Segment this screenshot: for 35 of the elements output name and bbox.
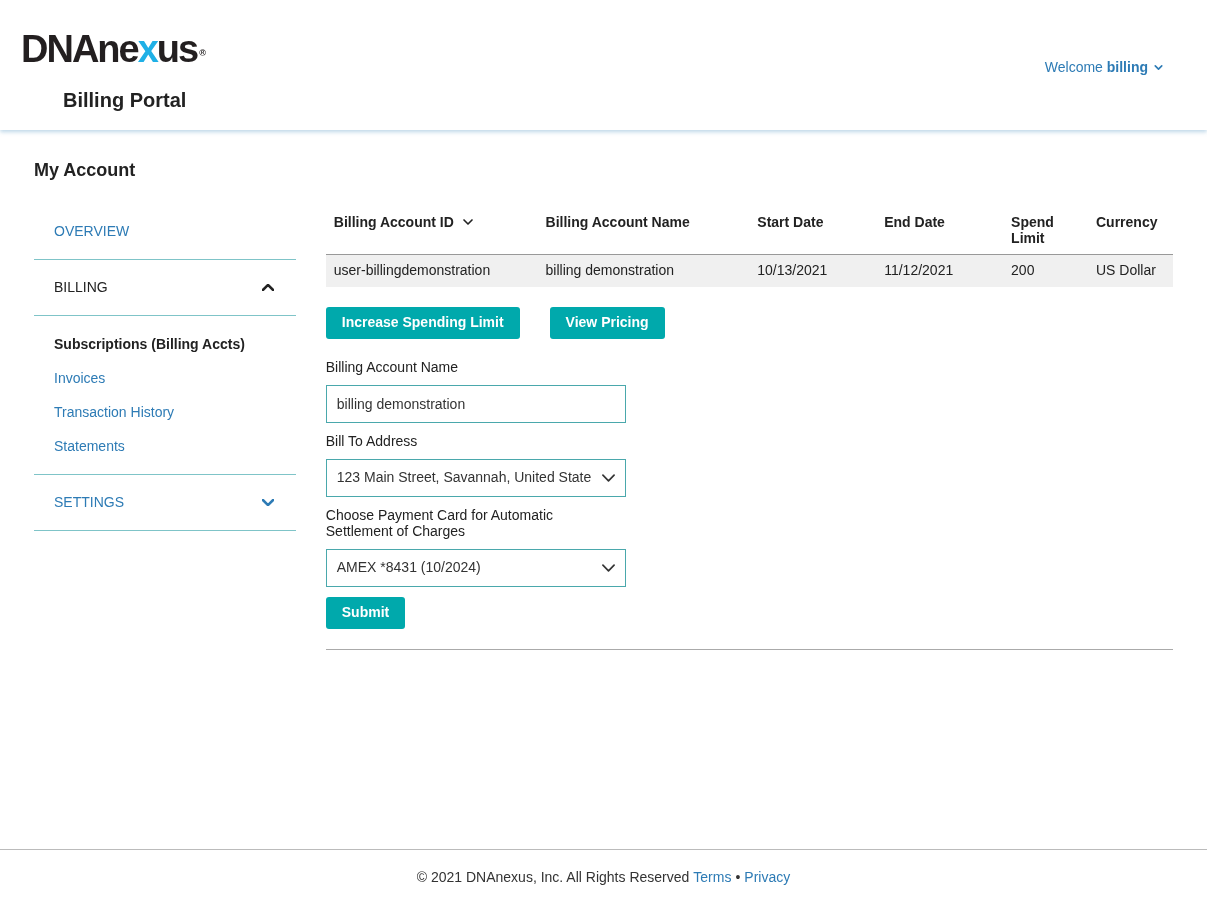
field-label: Choose Payment Card for Automatic Settlement of Charges — [325, 506, 554, 539]
company-logo: DNAnexus® — [21, 30, 206, 72]
page-title: My Account — [34, 159, 137, 182]
column-header[interactable]: Currency — [1088, 204, 1173, 255]
caret-icon — [601, 473, 615, 482]
sidebar-section[interactable]: SETTINGS — [34, 475, 296, 530]
table-cell: user-billingdemonstration — [325, 254, 538, 287]
caret-icon — [601, 563, 615, 572]
input-field[interactable]: billing demonstration — [325, 384, 626, 423]
column-header[interactable]: End Date — [876, 204, 1004, 255]
table-cell: billing demonstration — [537, 254, 750, 287]
copyright-text: © 2021 DNAnexus, Inc. All Rights Reserved — [416, 867, 690, 887]
table-cell: 200 — [1003, 254, 1088, 287]
column-header[interactable]: Start Date — [749, 204, 877, 255]
sidebar-link[interactable]: Invoices — [54, 368, 276, 388]
user-menu[interactable]: Welcome billing — [1044, 57, 1165, 78]
sidebar-link[interactable]: Statements — [54, 436, 276, 456]
column-header[interactable]: Billing Account ID — [325, 204, 538, 255]
field-label: Bill To Address — [325, 432, 419, 449]
sidebar-link[interactable]: Transaction History — [54, 402, 276, 422]
terms-link[interactable]: Terms — [693, 866, 732, 888]
sidebar-section[interactable]: BILLING — [34, 260, 296, 315]
portal-title: Billing Portal — [63, 88, 188, 113]
select-field[interactable]: AMEX *8431 (10/2024) — [325, 548, 626, 587]
column-header[interactable]: Spend Limit — [1003, 204, 1088, 255]
privacy-link[interactable]: Privacy — [744, 866, 791, 888]
sidebar-link[interactable]: Subscriptions (Billing Accts) — [54, 334, 276, 354]
sidebar-section[interactable]: OVERVIEW — [34, 204, 296, 259]
select-field[interactable]: 123 Main Street, Savannah, United State — [325, 458, 626, 497]
separator-dot: • — [735, 867, 741, 887]
table-cell: 10/13/2021 — [749, 254, 877, 287]
table-cell: US Dollar — [1088, 254, 1173, 287]
column-header[interactable]: Billing Account Name — [537, 204, 750, 255]
field-label: Billing Account Name — [325, 358, 460, 375]
table-cell: 11/12/2021 — [876, 254, 1004, 287]
